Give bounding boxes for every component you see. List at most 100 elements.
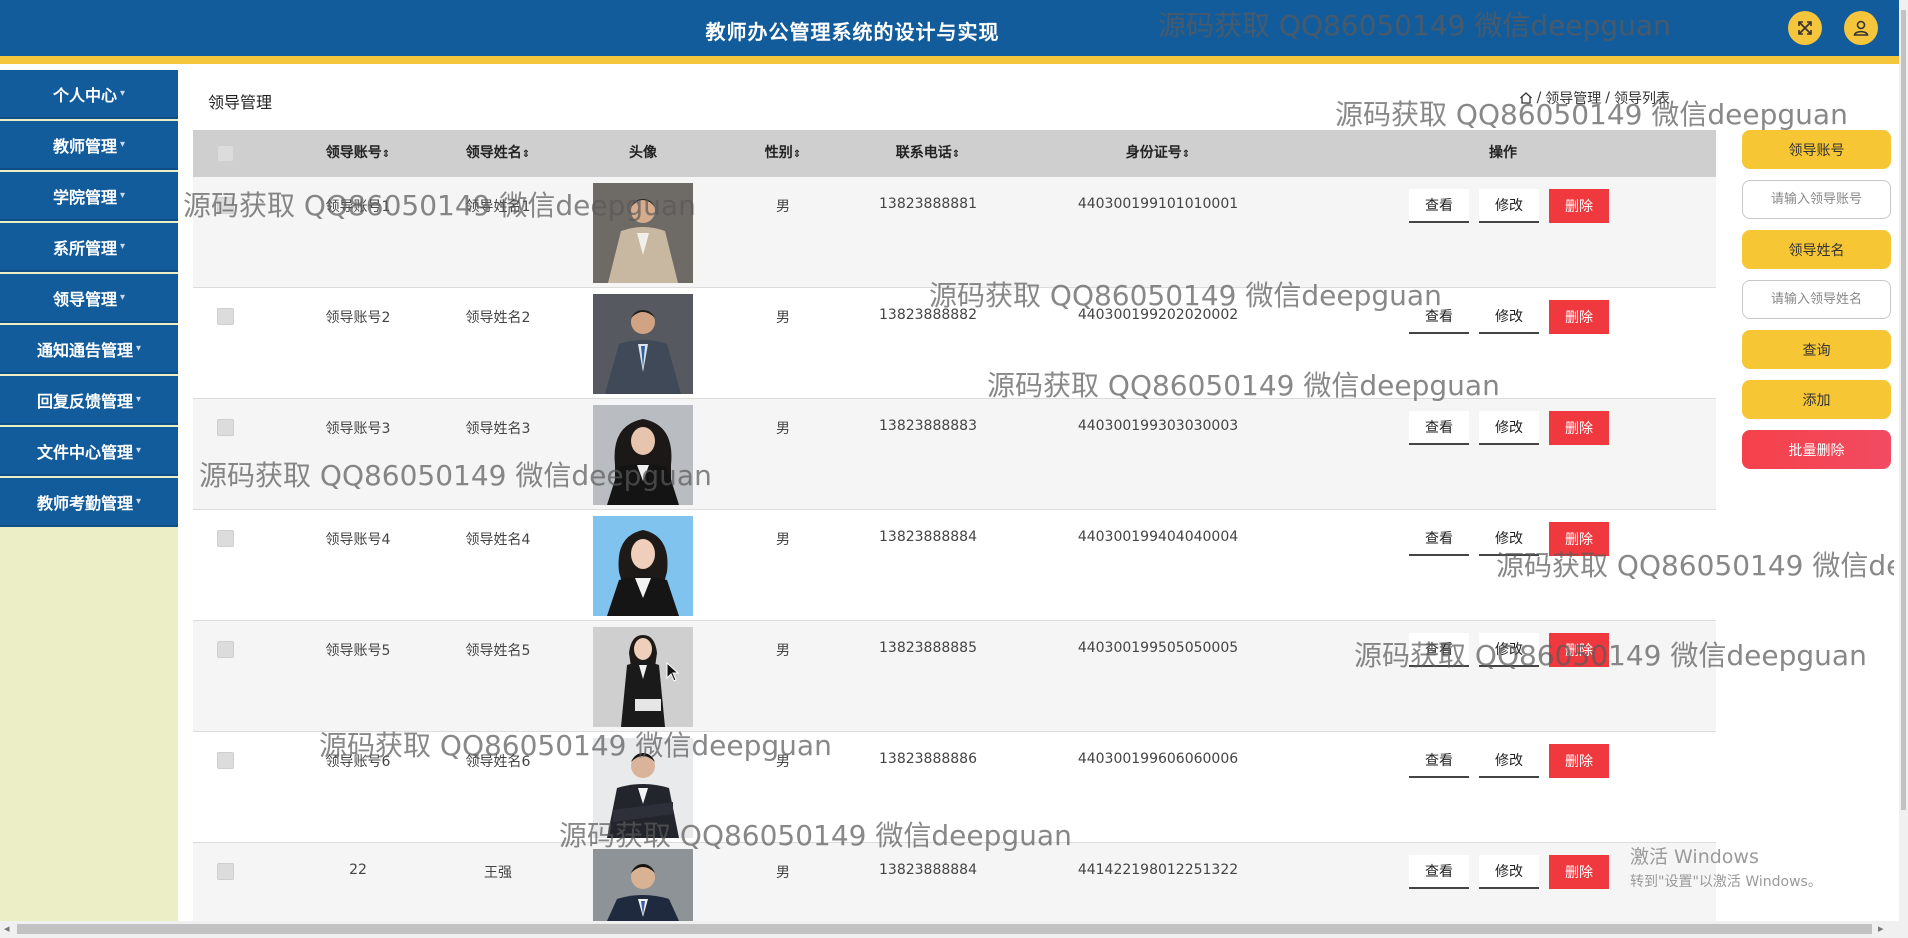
view-button[interactable]: 查看 bbox=[1409, 522, 1469, 556]
cell-gender: 男 bbox=[776, 310, 790, 326]
sidebar-item-notice[interactable]: 通知通告管理 ▾ bbox=[0, 325, 178, 374]
breadcrumb-level1[interactable]: 领导管理 bbox=[1545, 88, 1601, 108]
query-button[interactable]: 查询 bbox=[1742, 330, 1891, 369]
edit-button[interactable]: 修改 bbox=[1479, 189, 1539, 223]
cell-phone: 13823888881 bbox=[879, 196, 977, 212]
page-title: 领导管理 bbox=[208, 93, 273, 112]
cell-gender: 男 bbox=[776, 199, 790, 215]
cell-idcard: 440300199505050005 bbox=[1077, 640, 1239, 656]
row-checkbox[interactable] bbox=[217, 641, 234, 658]
caret-down-icon: ▾ bbox=[135, 496, 142, 507]
cell-account: 领导账号6 bbox=[325, 754, 391, 770]
breadcrumb: / 领导管理 / 领导列表 bbox=[1519, 88, 1670, 108]
view-button[interactable]: 查看 bbox=[1409, 633, 1469, 667]
user-button[interactable] bbox=[1844, 11, 1878, 45]
avatar bbox=[593, 405, 693, 505]
col-header-account[interactable]: 领导账号⇕ bbox=[283, 130, 433, 177]
view-button[interactable]: 查看 bbox=[1409, 744, 1469, 778]
cell-idcard: 440300199606060006 bbox=[1077, 751, 1239, 767]
home-icon[interactable] bbox=[1519, 91, 1533, 105]
avatar bbox=[593, 849, 693, 921]
scroll-right-icon[interactable]: ▸ bbox=[1878, 922, 1884, 935]
cell-name: 王强 bbox=[484, 865, 512, 881]
row-checkbox[interactable] bbox=[217, 419, 234, 436]
fullscreen-button[interactable] bbox=[1788, 11, 1822, 45]
avatar bbox=[593, 294, 693, 394]
edit-button[interactable]: 修改 bbox=[1479, 855, 1539, 889]
activation-subtitle: 转到"设置"以激活 Windows。 bbox=[1630, 874, 1822, 890]
table-row: 领导账号5 领导姓名5 男 13823888885 44030019950505… bbox=[193, 621, 1716, 732]
cell-account: 领导账号1 bbox=[325, 199, 391, 215]
cell-phone: 13823888883 bbox=[879, 418, 977, 434]
edit-button[interactable]: 修改 bbox=[1479, 744, 1539, 778]
row-checkbox[interactable] bbox=[217, 530, 234, 547]
delete-button[interactable]: 删除 bbox=[1549, 300, 1609, 334]
select-all-checkbox[interactable] bbox=[217, 145, 234, 162]
edit-button[interactable]: 修改 bbox=[1479, 300, 1539, 334]
caret-down-icon: ▾ bbox=[119, 241, 126, 252]
account-label-button: 领导账号 bbox=[1742, 130, 1891, 169]
horizontal-scrollbar[interactable]: ◂ ▸ bbox=[0, 921, 1908, 938]
vertical-scroll-thumb[interactable] bbox=[1901, 10, 1906, 810]
cell-phone: 13823888884 bbox=[879, 529, 977, 545]
delete-button[interactable]: 删除 bbox=[1549, 633, 1609, 667]
row-checkbox[interactable] bbox=[217, 197, 234, 214]
delete-button[interactable]: 删除 bbox=[1549, 744, 1609, 778]
batch-delete-button[interactable]: 批量删除 bbox=[1742, 430, 1891, 469]
sidebar-item-feedback[interactable]: 回复反馈管理 ▾ bbox=[0, 376, 178, 425]
view-button[interactable]: 查看 bbox=[1409, 411, 1469, 445]
col-header-name[interactable]: 领导姓名⇕ bbox=[433, 130, 563, 177]
col-header-phone[interactable]: 联系电话⇕ bbox=[843, 130, 1013, 177]
col-header-actions: 操作 bbox=[1489, 145, 1517, 161]
cell-phone: 13823888882 bbox=[879, 307, 977, 323]
caret-down-icon: ▾ bbox=[119, 88, 126, 99]
sidebar-item-label: 学院管理 bbox=[52, 187, 117, 207]
sidebar-item-personal-center[interactable]: 个人中心 ▾ bbox=[0, 70, 178, 119]
row-checkbox[interactable] bbox=[217, 863, 234, 880]
add-button[interactable]: 添加 bbox=[1742, 380, 1891, 419]
edit-button[interactable]: 修改 bbox=[1479, 411, 1539, 445]
delete-button[interactable]: 删除 bbox=[1549, 411, 1609, 445]
row-checkbox[interactable] bbox=[217, 308, 234, 325]
breadcrumb-level2: 领导列表 bbox=[1614, 91, 1670, 107]
delete-button[interactable]: 删除 bbox=[1549, 189, 1609, 223]
cell-gender: 男 bbox=[776, 643, 790, 659]
scroll-left-icon[interactable]: ◂ bbox=[4, 922, 10, 935]
sidebar-item-department[interactable]: 系所管理 ▾ bbox=[0, 223, 178, 272]
sidebar-item-leader[interactable]: 领导管理 ▾ bbox=[0, 274, 178, 323]
account-search-input[interactable] bbox=[1742, 180, 1891, 219]
vertical-scrollbar[interactable] bbox=[1899, 0, 1908, 921]
cell-account: 领导账号4 bbox=[325, 532, 391, 548]
sidebar-item-files[interactable]: 文件中心管理 ▾ bbox=[0, 427, 178, 476]
delete-button[interactable]: 删除 bbox=[1549, 855, 1609, 889]
sidebar-item-college[interactable]: 学院管理 ▾ bbox=[0, 172, 178, 221]
cell-name: 领导姓名1 bbox=[465, 199, 531, 215]
horizontal-scroll-thumb[interactable] bbox=[17, 924, 1872, 934]
view-button[interactable]: 查看 bbox=[1409, 300, 1469, 334]
sidebar-item-label: 个人中心 bbox=[52, 85, 117, 105]
caret-down-icon: ▾ bbox=[119, 292, 126, 303]
sidebar-item-label: 教师考勤管理 bbox=[36, 493, 133, 513]
sidebar-item-label: 领导管理 bbox=[52, 289, 117, 309]
edit-button[interactable]: 修改 bbox=[1479, 522, 1539, 556]
caret-down-icon: ▾ bbox=[119, 139, 126, 150]
name-search-input[interactable] bbox=[1742, 280, 1891, 319]
sidebar-item-label: 文件中心管理 bbox=[36, 442, 133, 462]
sidebar-item-attendance[interactable]: 教师考勤管理 ▾ bbox=[0, 478, 178, 527]
cell-account: 领导账号3 bbox=[325, 421, 391, 437]
edit-button[interactable]: 修改 bbox=[1479, 633, 1539, 667]
col-header-idcard[interactable]: 身份证号⇕ bbox=[1053, 130, 1263, 177]
delete-button[interactable]: 删除 bbox=[1549, 522, 1609, 556]
col-header-gender[interactable]: 性别⇕ bbox=[733, 130, 833, 177]
row-checkbox[interactable] bbox=[217, 752, 234, 769]
avatar bbox=[593, 738, 693, 838]
view-button[interactable]: 查看 bbox=[1409, 189, 1469, 223]
activation-title: 激活 Windows bbox=[1630, 846, 1759, 868]
table-row: 领导账号1 领导姓名1 男 13823888881 44030019910101… bbox=[193, 177, 1716, 288]
view-button[interactable]: 查看 bbox=[1409, 855, 1469, 889]
sort-icon: ⇕ bbox=[792, 149, 802, 160]
sidebar-item-label: 系所管理 bbox=[52, 238, 117, 258]
cell-idcard: 440300199101010001 bbox=[1077, 196, 1239, 212]
table-row: 领导账号4 领导姓名4 男 13823888884 44030019940404… bbox=[193, 510, 1716, 621]
sidebar-item-teacher[interactable]: 教师管理 ▾ bbox=[0, 121, 178, 170]
